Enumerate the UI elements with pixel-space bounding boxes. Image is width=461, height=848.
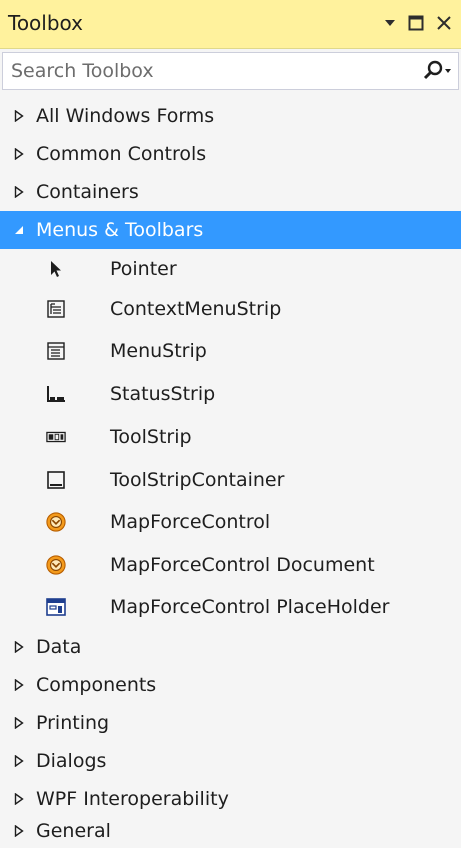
group-label: All Windows Forms	[36, 105, 215, 127]
item-label: MapForceControl PlaceHolder	[110, 596, 390, 618]
expand-arrow-icon	[0, 755, 36, 767]
search-box[interactable]	[2, 52, 459, 90]
group-label: Dialogs	[36, 750, 107, 772]
maximize-icon[interactable]	[403, 8, 429, 38]
tool-strip-container-icon	[46, 470, 66, 490]
toolbox-item-menustrip[interactable]: MenuStrip	[0, 332, 461, 370]
expand-arrow-icon	[0, 793, 36, 805]
group-label: Printing	[36, 712, 110, 734]
item-label: ToolStrip	[110, 426, 192, 448]
group-label: WPF Interoperability	[36, 788, 229, 810]
toolbox-title: Toolbox	[8, 11, 83, 35]
toolbox-item-pointer[interactable]: Pointer	[0, 250, 461, 288]
item-label: MapForceControl Document	[110, 554, 375, 576]
toolbox-item-contextmenustrip[interactable]: ContextMenuStrip	[0, 290, 461, 328]
item-label: MenuStrip	[110, 340, 207, 362]
search-input[interactable]	[3, 53, 391, 89]
mapforce-icon	[46, 555, 66, 575]
group-menus-and-toolbars[interactable]: Menus & Toolbars	[0, 211, 461, 249]
expand-arrow-icon	[0, 110, 36, 122]
group-label: Common Controls	[36, 143, 207, 165]
item-label: ContextMenuStrip	[110, 298, 282, 320]
item-label: StatusStrip	[110, 383, 216, 405]
group-data[interactable]: Data	[0, 628, 461, 666]
group-label: General	[36, 820, 111, 842]
pointer-icon	[46, 259, 66, 279]
group-containers[interactable]: Containers	[0, 173, 461, 211]
toolbox-item-mapforcecontrol-placeholder[interactable]: MapForceControl PlaceHolder	[0, 588, 461, 626]
window-position-dropdown-icon[interactable]	[377, 8, 403, 38]
toolbox-item-mapforcecontrol-document[interactable]: MapForceControl Document	[0, 546, 461, 584]
toolbox-panel: Toolbox All Windows Forms Co	[0, 0, 461, 848]
status-strip-icon	[46, 384, 66, 404]
context-menu-strip-icon	[46, 299, 66, 319]
group-label: Data	[36, 636, 82, 658]
toolbox-item-toolstrip[interactable]: ToolStrip	[0, 418, 461, 456]
menu-strip-icon	[46, 341, 66, 361]
group-label: Components	[36, 674, 157, 696]
group-label: Menus & Toolbars	[36, 219, 204, 241]
group-general[interactable]: General	[0, 812, 461, 848]
close-icon[interactable]	[431, 8, 457, 38]
expand-arrow-icon	[0, 641, 36, 653]
expand-arrow-icon	[0, 679, 36, 691]
group-label: Containers	[36, 181, 139, 203]
expand-arrow-icon	[0, 186, 36, 198]
group-all-windows-forms[interactable]: All Windows Forms	[0, 97, 461, 135]
group-printing[interactable]: Printing	[0, 704, 461, 742]
toolbox-item-toolstripcontainer[interactable]: ToolStripContainer	[0, 461, 461, 499]
search-icon[interactable]	[418, 57, 454, 85]
collapse-arrow-icon	[0, 225, 36, 235]
mapforce-icon	[46, 512, 66, 532]
item-label: Pointer	[110, 258, 177, 280]
toolbox-item-statusstrip[interactable]: StatusStrip	[0, 375, 461, 413]
item-label: MapForceControl	[110, 511, 271, 533]
placeholder-icon	[46, 597, 66, 617]
group-common-controls[interactable]: Common Controls	[0, 135, 461, 173]
toolbox-item-mapforcecontrol[interactable]: MapForceControl	[0, 503, 461, 541]
group-dialogs[interactable]: Dialogs	[0, 742, 461, 780]
item-label: ToolStripContainer	[110, 469, 285, 491]
toolbox-title-bar[interactable]: Toolbox	[0, 0, 461, 49]
tool-strip-icon	[46, 427, 66, 447]
expand-arrow-icon	[0, 717, 36, 729]
expand-arrow-icon	[0, 148, 36, 160]
group-components[interactable]: Components	[0, 666, 461, 704]
expand-arrow-icon	[0, 825, 36, 837]
